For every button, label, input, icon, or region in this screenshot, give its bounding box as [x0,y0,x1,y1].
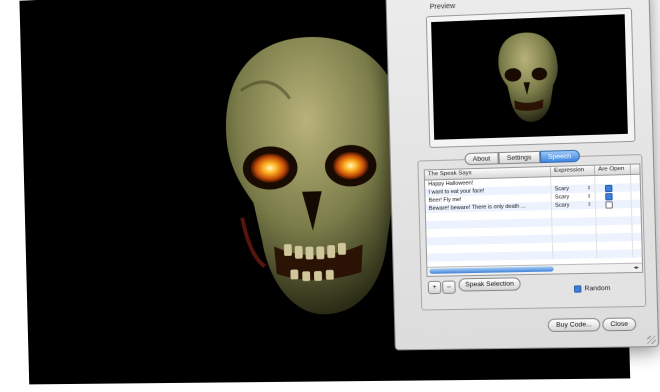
preview-frame [426,8,636,148]
random-option[interactable]: Random [574,285,611,293]
scroll-arrows-icon[interactable]: ◂▸ [633,264,639,272]
buy-code-button[interactable]: Buy Code... [548,318,601,332]
skull-icon [493,27,560,127]
options-window: Preview About Settings Speech The Speak … [385,0,659,350]
row-eyes-open-cell [597,249,633,258]
stepper-icon[interactable]: ⇕ [587,185,592,191]
stepper-icon[interactable]: ⇕ [587,202,592,208]
preview-screen [431,14,628,140]
add-row-button[interactable]: + [428,281,442,294]
random-label: Random [584,285,610,293]
speak-selection-button[interactable]: Speak Selection [458,277,520,291]
random-checkbox[interactable] [574,285,582,292]
remove-row-button[interactable]: – [442,280,456,293]
row-expression-cell[interactable] [553,250,597,259]
column-header-expression[interactable]: Expression [551,166,595,176]
expression-value: Scary [555,186,570,193]
horizontal-scrollbar[interactable]: ◂▸ [427,263,642,276]
speech-table[interactable]: The Speak Says Expression Are Open Happy… [424,163,644,277]
speech-pane: The Speak Says Expression Are Open Happy… [417,154,646,310]
tab-speech[interactable]: Speech [539,150,579,163]
tab-about[interactable]: About [464,152,498,165]
scrollbar-thumb[interactable] [429,266,553,274]
skull-icon [210,22,414,329]
stepper-icon[interactable]: ⇕ [587,194,592,200]
column-header-eyes-open[interactable]: Are Open [595,165,631,175]
tab-settings[interactable]: Settings [498,151,539,164]
close-button[interactable]: Close [602,317,636,331]
row-text-cell[interactable] [427,251,553,262]
resize-grip-icon[interactable] [647,336,656,344]
expression-value: Scary [555,202,570,209]
preview-label: Preview [430,3,456,11]
skull-render [210,22,414,329]
expression-value: Scary [555,194,570,201]
